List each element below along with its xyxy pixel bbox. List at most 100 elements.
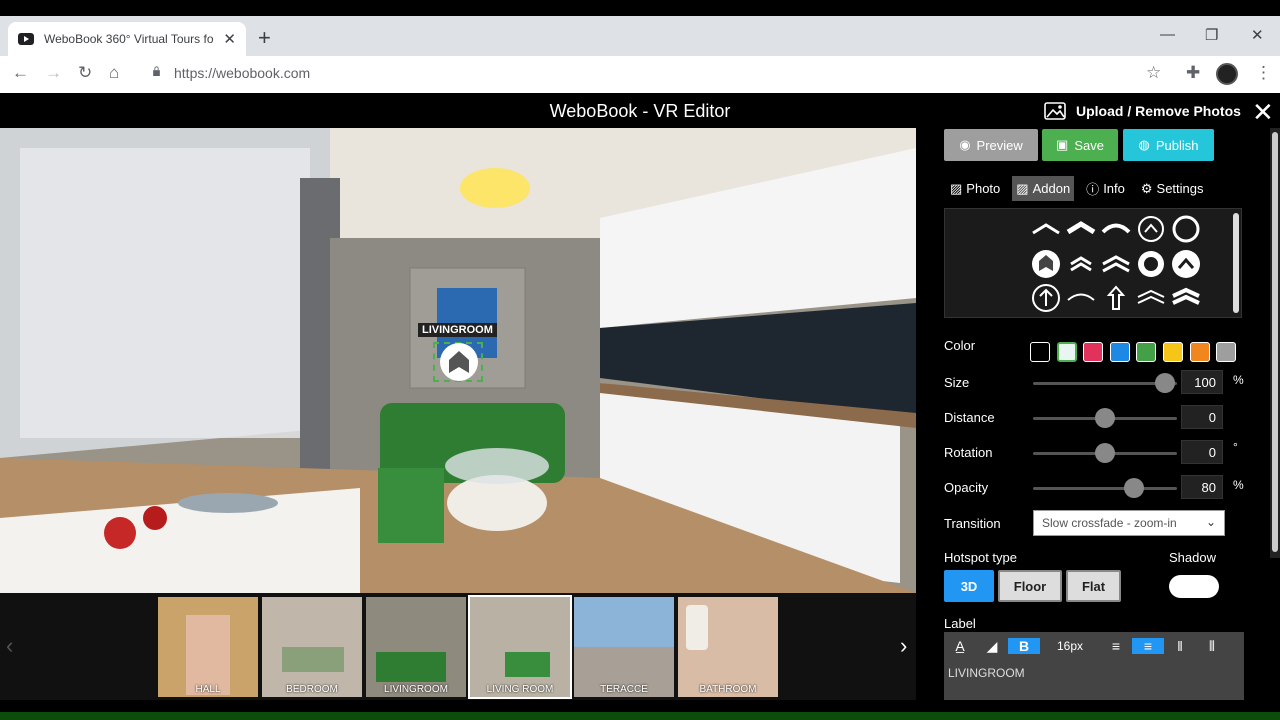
back-icon[interactable]: ← — [12, 63, 29, 83]
chevron-thin-icon[interactable] — [1032, 223, 1060, 235]
preview-button[interactable]: ◉ Preview — [944, 129, 1038, 161]
thumbnail-teracce[interactable]: TERACCE — [574, 597, 674, 697]
tab-info[interactable]: ⓘ Info — [1082, 176, 1129, 201]
double-chevron-thick-icon[interactable] — [1102, 255, 1130, 273]
browser-toolbar: ← → ↻ ⌂ https://webobook.com ☆ ✚ ⋮ — [0, 56, 1280, 93]
color-swatch[interactable] — [1163, 342, 1183, 362]
bookmark-star-icon[interactable]: ☆ — [1146, 63, 1161, 83]
double-chevron-thin-icon[interactable] — [1137, 289, 1165, 304]
tab-settings[interactable]: ⚙ Settings — [1137, 176, 1208, 201]
double-chevron-bold-icon[interactable] — [1172, 287, 1200, 305]
taskbar-edge — [0, 712, 1280, 720]
preview-label: Preview — [976, 137, 1023, 153]
icon-picker-scrollbar[interactable] — [1233, 213, 1239, 313]
panorama-viewer[interactable]: LIVINGROOM — [0, 128, 916, 593]
hotspot-type-flat-button[interactable]: Flat — [1066, 570, 1121, 602]
filmstrip-next-icon[interactable]: › — [900, 633, 907, 659]
minimize-icon[interactable]: — — [1160, 26, 1175, 43]
restore-icon[interactable]: ❐ — [1205, 26, 1218, 44]
size-slider[interactable] — [1033, 373, 1177, 393]
editor-close-icon[interactable]: ✕ — [1252, 97, 1274, 128]
save-button[interactable]: ▣ Save — [1042, 129, 1118, 161]
opacity-slider-knob[interactable] — [1123, 478, 1144, 498]
upload-photos-button[interactable]: Upload / Remove Photos — [1044, 101, 1241, 121]
opacity-input[interactable]: 80 — [1181, 475, 1223, 499]
size-slider-knob[interactable] — [1155, 373, 1176, 393]
thumbnail-bathroom[interactable]: BATHROOM — [678, 597, 778, 697]
circle-outline-icon[interactable] — [1172, 215, 1200, 243]
panel-scrollbar-thumb[interactable] — [1272, 132, 1278, 552]
thumbnail-hall[interactable]: HALL — [158, 597, 258, 697]
size-input[interactable]: 100 — [1181, 370, 1223, 394]
color-swatch[interactable] — [1136, 342, 1157, 362]
align-center-icon[interactable]: ≡ — [1132, 638, 1164, 654]
transition-select[interactable]: Slow crossfade - zoom-in ⌄ — [1033, 510, 1225, 536]
bold-icon[interactable]: B — [1008, 638, 1040, 654]
circle-arrow-up-icon[interactable] — [1032, 284, 1060, 312]
arrow-up-outline-icon[interactable] — [1106, 285, 1126, 310]
home-icon[interactable]: ⌂ — [109, 63, 119, 83]
record-icon[interactable] — [1138, 251, 1164, 277]
text-color-icon[interactable]: A̲ — [944, 638, 976, 654]
editor-panel: ◉ Preview ▣ Save ◍ Publish ▨ Photo ▨ Add… — [916, 128, 1280, 700]
browser-menu-icon[interactable]: ⋮ — [1255, 63, 1272, 83]
rotation-slider[interactable] — [1033, 443, 1177, 463]
size-unit: % — [1233, 373, 1244, 387]
rotation-slider-knob[interactable] — [1095, 443, 1115, 463]
forward-icon[interactable]: → — [45, 63, 62, 83]
thumbnail-bedroom[interactable]: BEDROOM — [262, 597, 362, 697]
chevron-curved-icon[interactable] — [1101, 223, 1131, 234]
close-tab-icon[interactable]: ✕ — [223, 30, 236, 48]
shadow-toggle[interactable] — [1169, 575, 1219, 598]
align-left-icon[interactable]: ≡ — [1100, 638, 1132, 654]
color-swatch[interactable] — [1189, 342, 1210, 362]
hotspot-selection[interactable] — [433, 342, 483, 382]
tab-photo[interactable]: ▨ Photo — [946, 176, 1004, 201]
circle-chevron-icon[interactable] — [1138, 216, 1164, 242]
save-label: Save — [1074, 137, 1104, 153]
home-pin-icon[interactable] — [1032, 250, 1060, 278]
color-swatch[interactable] — [1030, 342, 1050, 362]
extensions-icon[interactable]: ✚ — [1186, 63, 1200, 83]
hotspot-type-floor-button[interactable]: Floor — [998, 570, 1062, 602]
address-bar[interactable]: https://webobook.com — [174, 65, 310, 81]
chevron-thick-icon[interactable] — [1066, 221, 1096, 235]
browser-tab[interactable]: WeboBook 360° Virtual Tours fo ✕ — [8, 22, 246, 56]
color-swatch[interactable] — [1216, 342, 1237, 362]
filmstrip-prev-icon[interactable]: ‹ — [6, 633, 13, 659]
hotspot-type-3d-button[interactable]: 3D — [944, 570, 994, 602]
window-close-icon[interactable]: ✕ — [1251, 26, 1264, 44]
browser-tabstrip: WeboBook 360° Virtual Tours fo ✕ + — ❐ ✕ — [0, 16, 1280, 56]
distance-input[interactable]: 0 — [1181, 405, 1223, 429]
distance-slider-knob[interactable] — [1095, 408, 1115, 428]
image-icon: ▨ — [950, 180, 963, 196]
publish-button[interactable]: ◍ Publish — [1123, 129, 1214, 161]
distance-slider[interactable] — [1033, 408, 1177, 428]
highlight-icon[interactable]: ◢ — [976, 638, 1008, 655]
new-tab-button[interactable]: + — [258, 25, 271, 51]
chevron-outline-icon[interactable] — [1067, 293, 1095, 301]
panel-scrollbar[interactable] — [1270, 128, 1280, 558]
opacity-slider[interactable] — [1033, 478, 1177, 498]
tab-title: WeboBook 360° Virtual Tours fo — [43, 32, 214, 46]
rotation-input[interactable]: 0 — [1181, 440, 1223, 464]
reload-icon[interactable]: ↻ — [78, 63, 92, 83]
hotspot-arrow-icon[interactable] — [440, 343, 478, 381]
columns-icon[interactable]: ‖ — [1164, 638, 1196, 654]
color-swatch[interactable] — [1083, 342, 1104, 362]
circle-chevron-filled-icon[interactable] — [1172, 250, 1200, 278]
hotspot-label: LIVINGROOM — [418, 323, 497, 337]
double-chevron-icon[interactable] — [1070, 256, 1092, 272]
color-swatch[interactable] — [1109, 342, 1130, 362]
profile-avatar[interactable] — [1216, 63, 1238, 85]
thumbnail-living-room[interactable]: LIVING ROOM — [468, 595, 572, 699]
label-text-input[interactable]: LIVINGROOM — [944, 660, 1244, 700]
justify-icon[interactable]: ⫴ — [1196, 638, 1228, 655]
font-size-select[interactable]: 16px — [1040, 639, 1100, 653]
size-label: Size — [944, 375, 970, 390]
rotation-unit: ° — [1233, 440, 1238, 454]
color-swatch[interactable] — [1056, 342, 1077, 362]
thumbnail-livingroom[interactable]: LIVINGROOM — [366, 597, 466, 697]
tab-settings-label: Settings — [1156, 181, 1204, 196]
tab-addon[interactable]: ▨ Addon — [1012, 176, 1075, 201]
